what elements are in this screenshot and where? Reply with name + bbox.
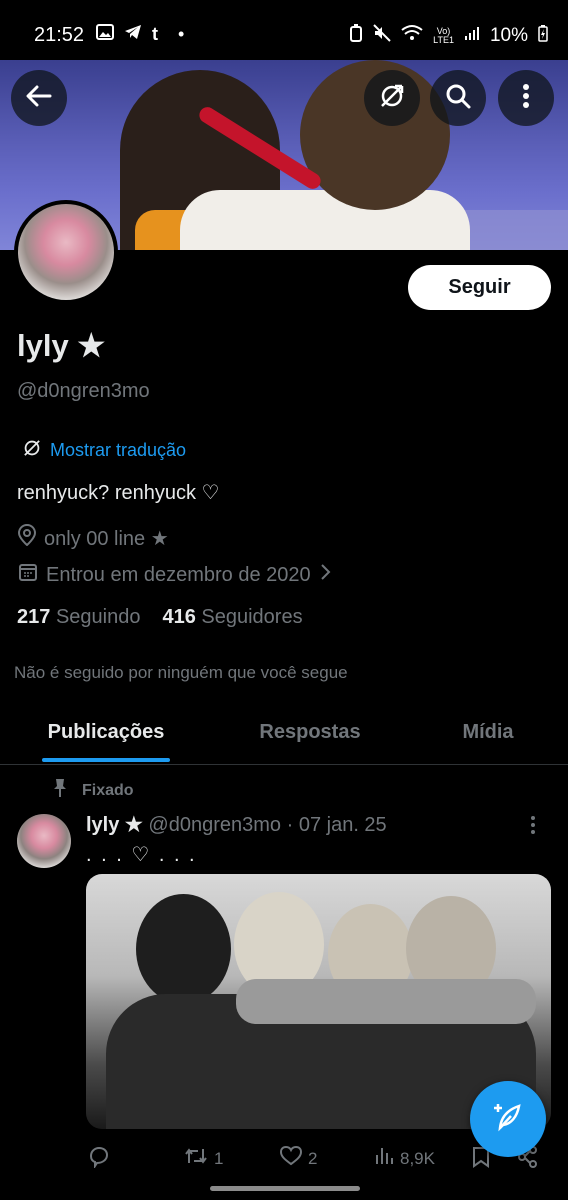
post-author-name[interactable]: lyly ★ [86,814,143,836]
profile-bio: renhyuck? renhyuck ♡ [17,482,220,504]
heart-icon [279,1145,303,1171]
views-icon [374,1146,394,1171]
telegram-icon [124,24,142,45]
views-button[interactable]: 8,9K [374,1146,435,1171]
gallery-icon [96,24,114,45]
profile-stats: 217 Seguindo 416 Seguidores [17,606,303,629]
profile-avatar[interactable] [14,200,118,304]
battery-charging-icon [538,24,548,47]
post-text: . . . ♡ . . . [86,844,197,866]
tab-respostas[interactable]: Respostas [212,700,408,764]
battery-saver-icon [349,24,363,47]
more-options-button[interactable] [498,70,554,126]
search-icon [444,82,472,115]
volte-icon: Vo) LTE1 [433,25,454,45]
profile-location: only 00 line ★ [17,523,169,552]
translate-icon [22,438,42,463]
joined-text: Entrou em dezembro de 2020 [46,563,311,586]
like-button[interactable]: 2 [279,1145,318,1171]
tab-label: Mídia [462,720,514,743]
post-separator: · [286,814,294,836]
system-icons: Vo) LTE1 10% [349,24,548,47]
tab-label: Publicações [47,720,165,743]
post-author-handle[interactable]: @d0ngren3mo [148,814,281,836]
following-stat[interactable]: 217 Seguindo [17,606,140,629]
tab-midia[interactable]: Mídia [408,700,568,764]
chevron-right-icon [319,563,331,587]
post-date[interactable]: 07 jan. 25 [299,814,387,836]
follow-button[interactable]: Seguir [408,265,551,310]
notification-icons: t • [96,24,184,45]
mute-icon [373,24,391,47]
followers-stat[interactable]: 416 Seguidores [162,606,302,629]
signal-icon [464,25,480,46]
home-indicator[interactable] [210,1186,360,1191]
following-count: 217 [17,606,51,628]
compose-feather-icon [491,1100,525,1139]
status-time: 21:52 [34,24,85,46]
calendar-icon [18,562,38,588]
more-vertical-icon [522,83,530,114]
back-button[interactable] [11,70,67,126]
post-header: lyly ★ @d0ngren3mo · 07 jan. 25 [86,812,387,837]
pinned-label: Fixado [52,778,134,803]
more-vertical-icon [530,816,536,840]
post-author-avatar[interactable] [17,814,71,868]
tumblr-icon: t [152,24,158,44]
following-label: Seguindo [55,606,141,628]
post-more-button[interactable] [530,815,536,841]
not-followed-note: Não é seguido por ninguém que você segue [14,663,348,682]
location-pin-icon [17,523,37,552]
repost-button[interactable]: 1 [184,1146,223,1171]
translate-icon [378,82,406,115]
compose-button[interactable] [470,1081,546,1157]
active-tab-indicator [42,758,170,762]
post-actions: 1 2 8,9K [88,1145,548,1174]
profile-tabs: Publicações Respostas Mídia [0,700,568,765]
reply-button[interactable] [88,1146,116,1173]
show-translation-link[interactable]: Mostrar tradução [22,438,186,463]
translate-profile-button[interactable] [364,70,420,126]
profile-joined[interactable]: Entrou em dezembro de 2020 [18,562,331,588]
search-button[interactable] [430,70,486,126]
followers-count: 416 [162,606,196,628]
battery-level: 10% [489,24,528,46]
repost-icon [184,1146,208,1171]
followers-label: Seguidores [201,606,303,628]
tab-label: Respostas [259,720,361,743]
pinned-text: Fixado [82,781,134,799]
like-count: 2 [308,1148,318,1168]
dot-icon: • [178,24,185,44]
location-text: only 00 line ★ [44,527,169,550]
repost-count: 1 [214,1148,224,1168]
reply-icon [88,1146,110,1173]
profile-handle: @d0ngren3mo [17,380,150,402]
tab-publicacoes[interactable]: Publicações [0,700,212,764]
views-count: 8,9K [400,1148,435,1168]
profile-name: lyly ★ [17,328,106,363]
pin-icon [52,778,68,803]
show-translation-label: Mostrar tradução [50,440,187,460]
arrow-left-icon [26,85,52,112]
wifi-icon [401,24,423,47]
